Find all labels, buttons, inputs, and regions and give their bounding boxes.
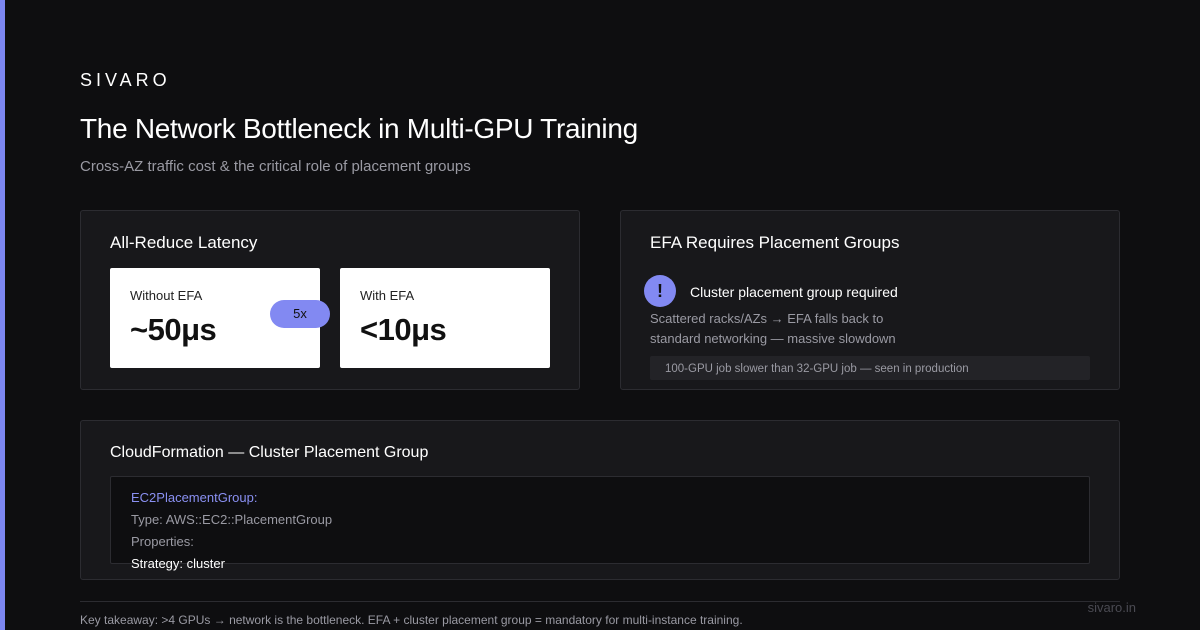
latency-card-title: All-Reduce Latency <box>110 233 258 252</box>
production-note: 100-GPU job slower than 32-GPU job — see… <box>650 356 1090 380</box>
page-title: The Network Bottleneck in Multi-GPU Trai… <box>80 113 638 144</box>
accent-bar <box>0 0 5 630</box>
metric-without-efa-label: Without EFA <box>130 288 203 303</box>
code-line: Properties: <box>131 534 194 549</box>
cloudformation-card: CloudFormation — Cluster Placement Group… <box>80 420 1120 580</box>
footer-divider <box>80 601 1120 602</box>
efa-warning-description: Scattered racks/AZs → EFA falls back to … <box>650 311 896 346</box>
metric-without-efa-value: ~50μs <box>130 312 217 347</box>
metric-with-efa-value: <10μs <box>360 312 447 347</box>
metric-with-efa-label: With EFA <box>360 288 415 303</box>
speedup-badge: 5x <box>270 300 330 328</box>
key-takeaway: Key takeaway: >4 GPUs → network is the b… <box>80 613 743 627</box>
code-line: Type: AWS::EC2::PlacementGroup <box>131 512 333 527</box>
metric-with-efa: With EFA <10μs <box>340 268 550 368</box>
code-block: EC2PlacementGroup: Type: AWS::EC2::Place… <box>110 476 1090 571</box>
cloudformation-card-title: CloudFormation — Cluster Placement Group <box>110 444 429 461</box>
page-subtitle: Cross-AZ traffic cost & the critical rol… <box>80 158 471 175</box>
latency-card: All-Reduce Latency Without EFA ~50μs Wit… <box>80 210 580 390</box>
exclamation-icon: ! <box>644 275 676 307</box>
efa-card-title: EFA Requires Placement Groups <box>650 233 900 252</box>
footer-url: sivaro.in <box>1087 600 1136 615</box>
efa-warning-heading: Cluster placement group required <box>690 284 898 300</box>
code-line: Strategy: cluster <box>131 556 225 571</box>
brand-logo: SIVARO <box>80 70 171 90</box>
code-line: EC2PlacementGroup: <box>131 490 258 505</box>
efa-card: EFA Requires Placement Groups ! Cluster … <box>620 210 1120 390</box>
